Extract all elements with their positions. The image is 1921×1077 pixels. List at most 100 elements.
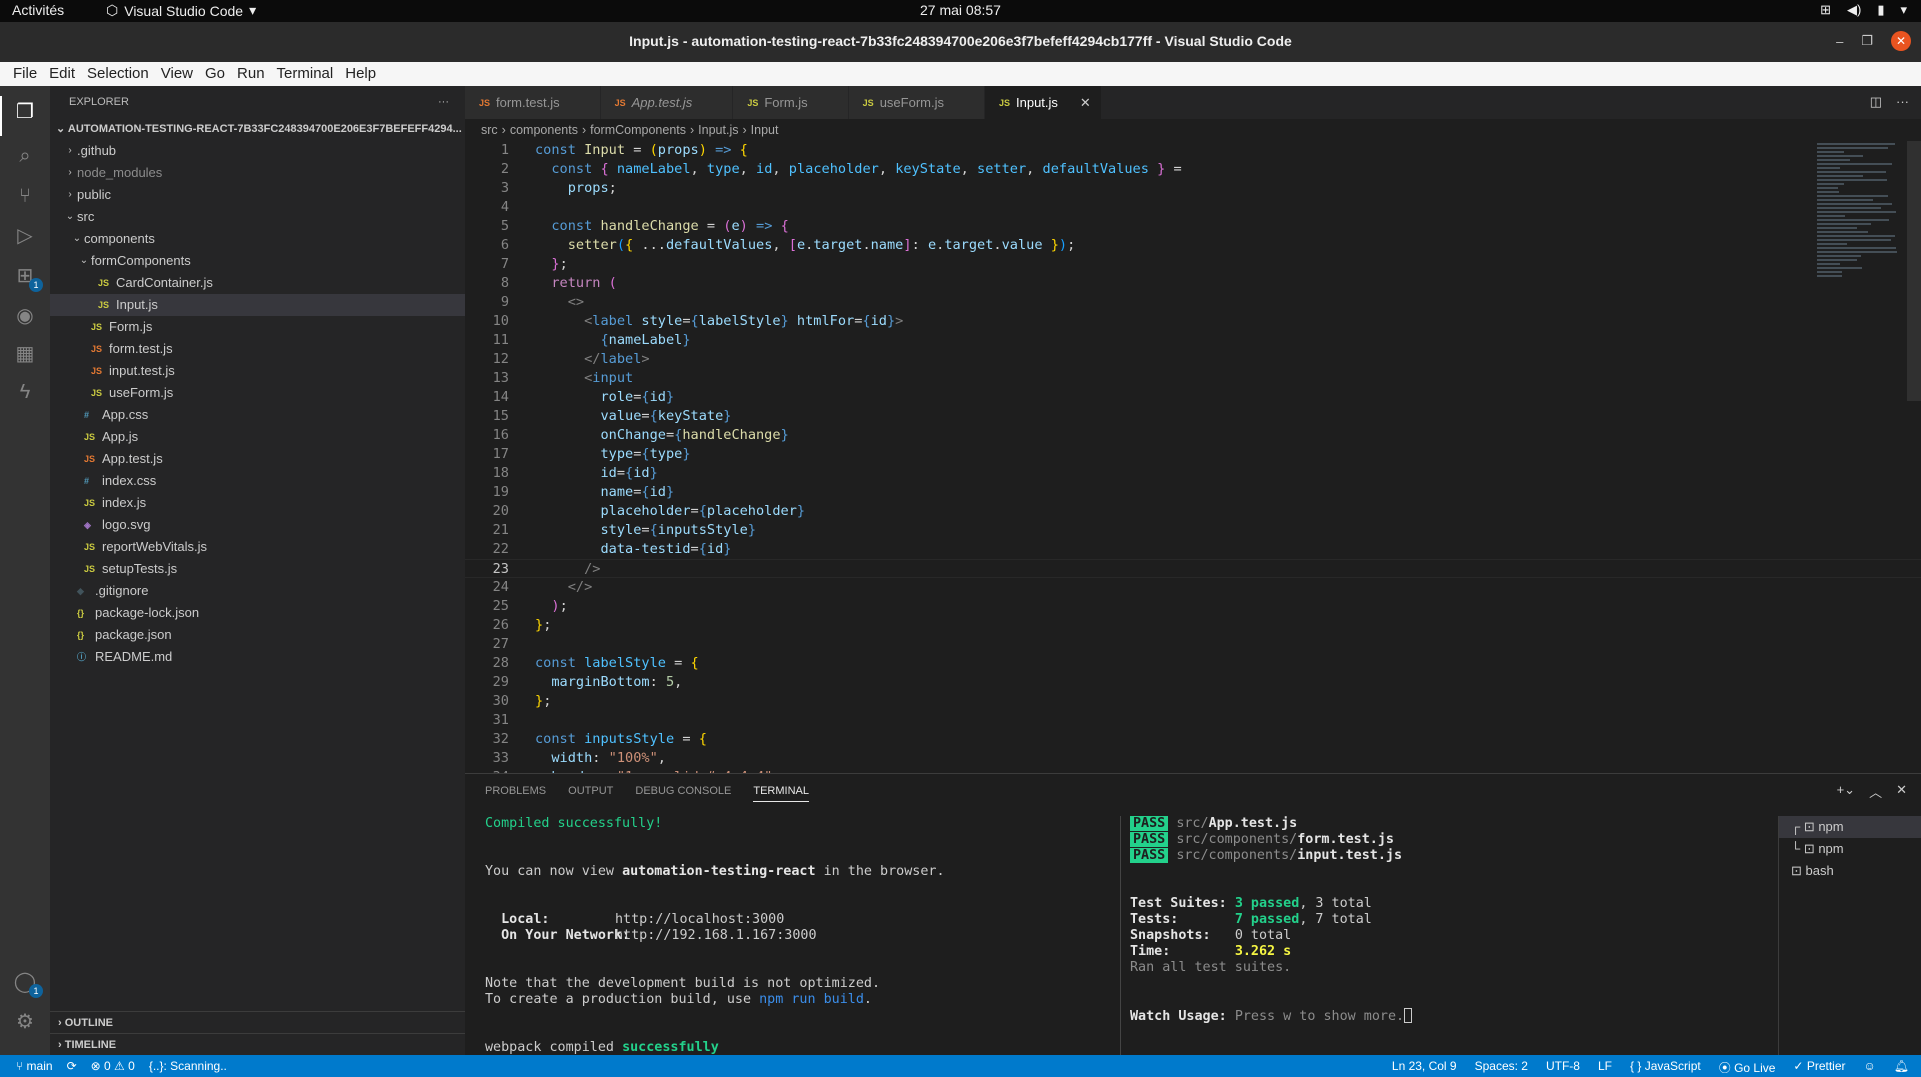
tree-item[interactable]: JS reportWebVitals.js	[50, 536, 465, 558]
terminal-list-item[interactable]: └ ⊡ npm	[1779, 838, 1921, 860]
maximize-panel-icon[interactable]: ︿	[1869, 782, 1882, 801]
menu-terminal[interactable]: Terminal	[271, 62, 340, 86]
run-debug-icon[interactable]: ▷	[13, 224, 37, 248]
split-editor-icon[interactable]: ◫	[1870, 94, 1882, 110]
close-panel-icon[interactable]: ✕	[1896, 782, 1907, 801]
tree-item[interactable]: › public	[50, 184, 465, 206]
timeline-section[interactable]: › TIMELINE	[50, 1033, 465, 1055]
source-control-icon[interactable]: ⑂	[13, 184, 37, 208]
vertical-scrollbar[interactable]	[1907, 141, 1921, 401]
terminal-dev-server[interactable]: Compiled successfully! ​You can now view…	[485, 816, 1105, 1073]
tree-item[interactable]: JS form.test.js	[50, 338, 465, 360]
editor-tab[interactable]: JS form.test.js	[465, 86, 601, 119]
tree-item[interactable]: {} package-lock.json	[50, 602, 465, 624]
tree-item[interactable]: ⌄ formComponents	[50, 250, 465, 272]
tree-item[interactable]: JS index.js	[50, 492, 465, 514]
terminal-list-item[interactable]: ⊡ bash	[1779, 860, 1921, 882]
github-icon[interactable]: ◉	[13, 304, 37, 328]
code-line: 31	[465, 711, 1921, 730]
terminal-tests[interactable]: PASS src/App.test.js PASS src/components/…	[1130, 816, 1730, 1025]
prettier-status[interactable]: ✓ Prettier	[1793, 1059, 1845, 1076]
editor-tab[interactable]: JS App.test.js	[601, 86, 734, 119]
code-text: style={inputsStyle}	[535, 521, 756, 540]
system-tray[interactable]: ⊞ ◀) ▮ ▾	[1820, 2, 1907, 18]
clock[interactable]: 27 mai 08:57	[0, 2, 1921, 18]
new-terminal-icon[interactable]: +⌄	[1837, 782, 1855, 801]
line-number: 21	[465, 521, 509, 540]
explorer-icon[interactable]: ❐	[13, 100, 37, 124]
more-actions-icon[interactable]: ···	[1896, 94, 1909, 110]
minimap[interactable]	[1817, 141, 1907, 261]
tree-item[interactable]: ◆ .gitignore	[50, 580, 465, 602]
editor-tab[interactable]: JS Input.js ✕	[985, 86, 1102, 119]
menu-run[interactable]: Run	[231, 62, 271, 86]
local-url[interactable]: http://localhost:3000	[615, 912, 784, 928]
tree-item[interactable]: ◈ logo.svg	[50, 514, 465, 536]
tree-item[interactable]: JS Form.js	[50, 316, 465, 338]
minimize-icon[interactable]: –	[1836, 34, 1843, 49]
outline-section[interactable]: › OUTLINE	[50, 1011, 465, 1033]
tree-item[interactable]: › .github	[50, 140, 465, 162]
scanning-status[interactable]: {..}: Scanning..	[149, 1059, 227, 1073]
extensions-icon[interactable]: ⊞ 1	[13, 264, 37, 288]
breadcrumb-item[interactable]: Input.js	[698, 119, 738, 141]
accounts-icon[interactable]: ◯ 1	[13, 970, 37, 994]
indentation[interactable]: Spaces: 2	[1475, 1059, 1528, 1076]
docker-icon[interactable]: ▦	[13, 342, 37, 366]
tree-item[interactable]: {} package.json	[50, 624, 465, 646]
tree-item[interactable]: ⌄ components	[50, 228, 465, 250]
thunder-client-icon[interactable]: ϟ	[13, 380, 37, 404]
tree-item[interactable]: JS App.test.js	[50, 448, 465, 470]
code-editor[interactable]: 1 const Input = (props) => {2 const { nam…	[465, 141, 1921, 773]
problems-indicator[interactable]: ⊗ 0 ⚠ 0	[91, 1059, 135, 1073]
tree-item[interactable]: JS Input.js	[50, 294, 465, 316]
tree-item[interactable]: JS useForm.js	[50, 382, 465, 404]
tree-item[interactable]: JS App.js	[50, 426, 465, 448]
menu-edit[interactable]: Edit	[43, 62, 81, 86]
search-icon[interactable]: ⌕	[13, 144, 37, 168]
tree-item[interactable]: JS setupTests.js	[50, 558, 465, 580]
tree-item[interactable]: ⓘ README.md	[50, 646, 465, 668]
breadcrumb-item[interactable]: src	[481, 119, 498, 141]
battery-icon: ▮	[1877, 2, 1884, 18]
tree-item[interactable]: # index.css	[50, 470, 465, 492]
settings-gear-icon[interactable]: ⚙	[13, 1010, 37, 1034]
menu-view[interactable]: View	[155, 62, 199, 86]
tree-item[interactable]: JS input.test.js	[50, 360, 465, 382]
breadcrumb-item[interactable]: formComponents	[590, 119, 686, 141]
close-tab-icon[interactable]: ✕	[1080, 95, 1091, 111]
breadcrumb-item[interactable]: components	[510, 119, 578, 141]
workspace-root[interactable]: ⌄ AUTOMATION-TESTING-REACT-7B33FC2483947…	[50, 118, 465, 140]
editor-tab[interactable]: JS useForm.js	[849, 86, 985, 119]
more-actions-icon[interactable]: ···	[438, 96, 449, 108]
breadcrumb-item[interactable]: Input	[751, 119, 779, 141]
language-mode[interactable]: { } JavaScript	[1630, 1059, 1701, 1076]
go-live-button[interactable]: ⦿ Go Live	[1719, 1059, 1776, 1076]
tree-item[interactable]: JS CardContainer.js	[50, 272, 465, 294]
menu-help[interactable]: Help	[339, 62, 382, 86]
feedback-icon[interactable]: ☺	[1864, 1059, 1876, 1076]
sync-icon[interactable]: ⟳	[67, 1059, 77, 1073]
end-of-line[interactable]: LF	[1598, 1059, 1612, 1076]
menu-selection[interactable]: Selection	[81, 62, 155, 86]
tree-item[interactable]: › node_modules	[50, 162, 465, 184]
close-icon[interactable]: ✕	[1891, 31, 1911, 51]
panel-tab-problems[interactable]: PROBLEMS	[485, 785, 546, 797]
cursor-position[interactable]: Ln 23, Col 9	[1392, 1059, 1457, 1076]
tree-item[interactable]: ⌄ src	[50, 206, 465, 228]
notifications-icon[interactable]: 🔔︎	[1894, 1059, 1909, 1076]
tree-item[interactable]: # App.css	[50, 404, 465, 426]
panel-tab-output[interactable]: OUTPUT	[568, 785, 613, 797]
menu-file[interactable]: File	[7, 62, 43, 86]
terminal-split-divider[interactable]	[1120, 816, 1121, 1056]
network-url[interactable]: http://192.168.1.167:3000	[615, 928, 817, 944]
encoding[interactable]: UTF-8	[1546, 1059, 1580, 1076]
panel-tab-terminal[interactable]: TERMINAL	[753, 785, 809, 802]
maximize-icon[interactable]: ❐	[1861, 33, 1873, 49]
line-number: 6	[465, 236, 509, 255]
editor-tab[interactable]: JS Form.js	[733, 86, 848, 119]
branch-indicator[interactable]: ⑂ main	[16, 1059, 53, 1073]
terminal-list-item[interactable]: ┌ ⊡ npm	[1779, 816, 1921, 838]
panel-tab-debug-console[interactable]: DEBUG CONSOLE	[635, 785, 731, 797]
menu-go[interactable]: Go	[199, 62, 231, 86]
